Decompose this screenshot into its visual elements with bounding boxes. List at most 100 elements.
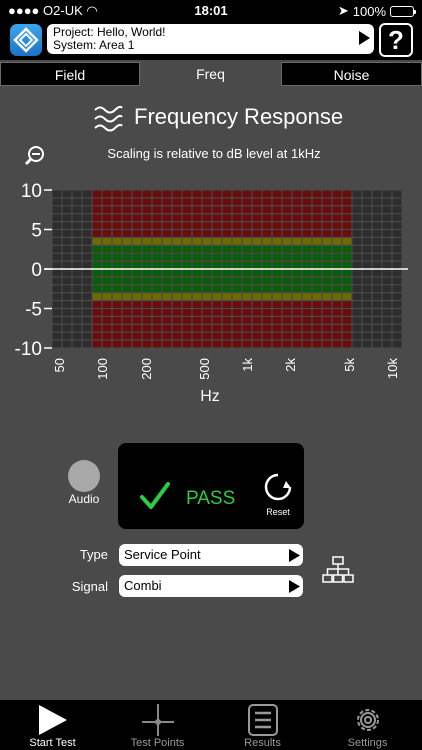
network-icon[interactable] <box>322 556 354 584</box>
chart-cell <box>102 269 112 277</box>
chart-cell <box>52 324 62 332</box>
chart-cell <box>372 206 382 214</box>
chart-cell <box>192 340 202 348</box>
chart-cell <box>122 253 132 261</box>
test-points-tab[interactable]: Test Points <box>105 700 210 750</box>
type-dropdown[interactable]: Service Point <box>119 544 303 566</box>
chart-cell <box>372 214 382 221</box>
chart-cell <box>102 222 112 229</box>
signal-label: Signal <box>71 579 108 594</box>
tab-field[interactable]: Field <box>0 62 140 86</box>
reset-label[interactable]: Reset <box>258 507 298 517</box>
chart-cell <box>352 332 362 340</box>
chart-cell <box>362 253 372 261</box>
chart-cell <box>242 190 252 198</box>
settings-tab[interactable]: Settings <box>315 700 420 750</box>
chart-cell <box>112 190 122 198</box>
chart-cell <box>332 340 342 348</box>
chart-cell <box>342 222 352 229</box>
reset-icon[interactable] <box>262 471 294 503</box>
chart-cell <box>72 214 82 221</box>
chart-cell <box>352 198 362 206</box>
chart-cell <box>62 293 72 300</box>
signal-dropdown[interactable]: Combi <box>119 575 303 597</box>
chart-cell <box>392 230 402 237</box>
chart-cell <box>262 222 272 229</box>
chart-cell <box>52 332 62 340</box>
chart-cell <box>302 245 312 253</box>
chart-cell <box>302 340 312 348</box>
chart-cell <box>122 261 132 269</box>
chart-cell <box>182 293 192 300</box>
chart-cell <box>372 301 382 308</box>
chart-cell <box>62 190 72 198</box>
chart-cell <box>202 230 212 237</box>
chart-cell <box>292 230 302 237</box>
chart-cell <box>232 332 242 340</box>
chart-cell <box>252 206 262 214</box>
chart-cell <box>132 324 142 332</box>
chart-cell <box>352 214 362 221</box>
chart-cell <box>252 301 262 308</box>
chart-cell <box>112 332 122 340</box>
chart-cell <box>202 261 212 269</box>
chart-cell <box>272 269 282 277</box>
audio-indicator[interactable] <box>68 460 100 492</box>
tab-freq[interactable]: Freq <box>140 62 281 86</box>
y-tick-label: 5 <box>31 221 42 242</box>
chart-cell <box>142 269 152 277</box>
chart-cell <box>152 190 162 198</box>
tab-bar: Field Freq Noise <box>0 62 422 86</box>
chart-cell <box>332 269 342 277</box>
project-selector[interactable]: Project: Hello, World! System: Area 1 <box>47 24 374 54</box>
chart-cell <box>362 190 372 198</box>
chart-cell <box>272 324 282 332</box>
chart-cell <box>352 293 362 300</box>
start-test-tab[interactable]: Start Test <box>0 700 105 750</box>
chart-cell <box>232 324 242 332</box>
chart-cell <box>112 293 122 300</box>
chart-cell <box>132 309 142 316</box>
chart-cell <box>332 317 342 324</box>
chart-cell <box>192 269 202 277</box>
chart-cell <box>122 293 132 300</box>
chart-cell <box>392 214 402 221</box>
help-button[interactable]: ? <box>379 23 413 57</box>
chart-cell <box>192 309 202 316</box>
chart-cell <box>232 340 242 348</box>
location-icon: ➤ <box>337 3 349 18</box>
results-tab[interactable]: Results <box>210 700 315 750</box>
chart-cell <box>342 277 352 285</box>
chart-cell <box>272 261 282 269</box>
chart-cell <box>82 253 92 261</box>
triangle-right-icon <box>289 580 300 593</box>
chart-cell <box>122 285 132 293</box>
chart-cell <box>342 261 352 269</box>
chart-cell <box>292 206 302 214</box>
chart-cell <box>172 277 182 285</box>
chart-cell <box>202 269 212 277</box>
chart-cell <box>52 301 62 308</box>
chart-cell <box>212 230 222 237</box>
chart-cell <box>272 285 282 293</box>
chart-cell <box>272 309 282 316</box>
chart-cell <box>382 261 392 269</box>
chart-cell <box>222 285 232 293</box>
chart-cell <box>272 198 282 206</box>
chart-cell <box>212 301 222 308</box>
chart-cell <box>332 277 342 285</box>
chart-cell <box>72 222 82 229</box>
chart-cell <box>92 238 102 245</box>
chart-cell <box>112 269 122 277</box>
chart-cell <box>312 190 322 198</box>
chart-cell <box>222 301 232 308</box>
chart-cell <box>162 340 172 348</box>
chart-cell <box>72 317 82 324</box>
app-logo-icon[interactable] <box>10 24 42 56</box>
chart-cell <box>352 309 362 316</box>
chart-cell <box>272 301 282 308</box>
chart-cell <box>292 214 302 221</box>
chart-cell <box>352 301 362 308</box>
tab-noise[interactable]: Noise <box>281 62 422 86</box>
chart-cell <box>62 269 72 277</box>
